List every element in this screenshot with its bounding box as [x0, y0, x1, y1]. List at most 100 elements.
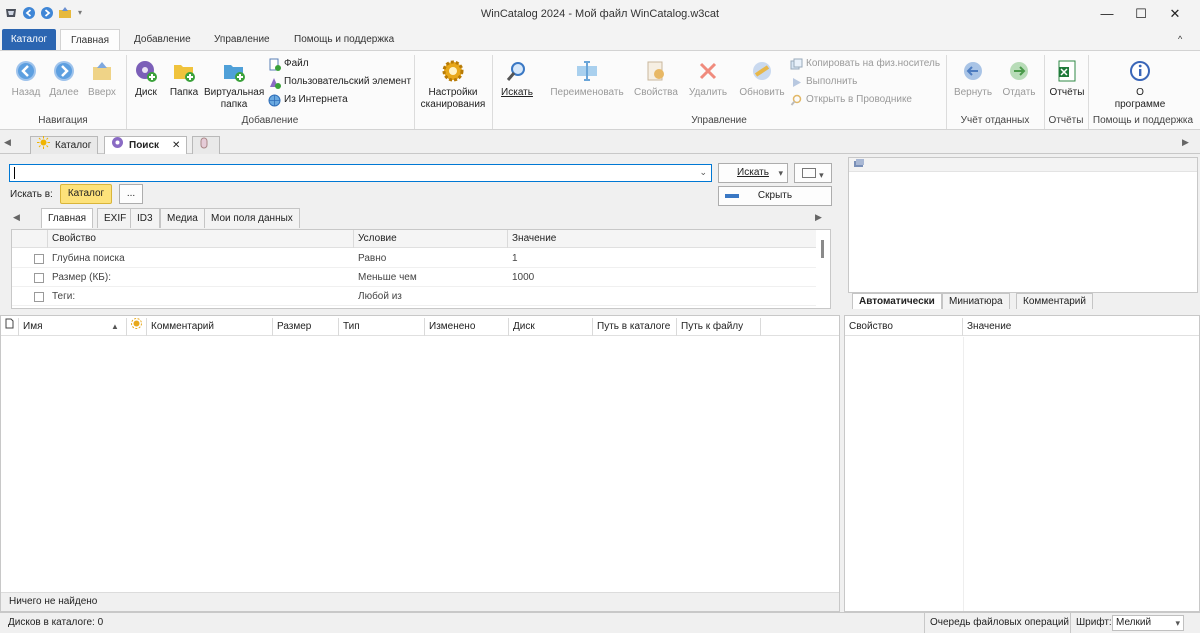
tab-catalog[interactable]: Каталог	[2, 29, 56, 50]
view-dropdown-icon: ▾	[819, 170, 824, 180]
scan-settings-button[interactable]: Настройки сканирования	[418, 59, 488, 111]
preview-tab-comment[interactable]: Комментарий	[1016, 293, 1093, 309]
hide-button[interactable]: Скрыть	[718, 186, 832, 206]
criteria-tab-custom-fields[interactable]: Мои поля данных	[204, 208, 300, 228]
properties-header-property[interactable]: Свойство	[845, 318, 963, 336]
properties-button[interactable]: Свойства	[632, 59, 680, 99]
criteria-condition[interactable]: Меньше чем	[358, 269, 417, 287]
up-button[interactable]: Вверх	[84, 59, 120, 99]
properties-header-value[interactable]: Значение	[963, 318, 1199, 336]
doc-tab-catalog[interactable]: Каталог	[30, 136, 99, 154]
close-tab-icon[interactable]: ✕	[172, 137, 180, 154]
rename-button[interactable]: Переименовать	[548, 59, 626, 99]
add-from-internet-button[interactable]: Из Интернета	[268, 91, 348, 109]
column-header-file-path[interactable]: Путь к файлу	[677, 318, 761, 336]
criteria-tab-exif[interactable]: EXIF	[97, 208, 134, 228]
column-header-status[interactable]	[127, 318, 147, 336]
tab-add[interactable]: Добавление	[124, 29, 201, 50]
ribbon-separator	[414, 55, 415, 129]
preview-tab-bar: Автоматически Миниатюра Комментарий	[850, 293, 1198, 309]
doc-tab-search[interactable]: Поиск ✕	[104, 136, 188, 154]
criteria-value[interactable]: 1	[512, 250, 518, 268]
delete-button[interactable]: Удалить	[686, 59, 730, 99]
criteria-scroll-right-icon[interactable]: ▶	[815, 212, 822, 223]
folder-up-icon	[90, 59, 114, 83]
column-header-disk[interactable]: Диск	[509, 318, 593, 336]
add-file-button[interactable]: Файл	[268, 55, 309, 73]
column-header-type[interactable]: Тип	[339, 318, 425, 336]
about-button[interactable]: О программе	[1100, 59, 1180, 111]
copy-to-media-button[interactable]: Копировать на физ.носитель	[790, 55, 940, 73]
chevron-down-icon[interactable]: ⌄	[699, 167, 707, 178]
tab-help[interactable]: Помощь и поддержка	[284, 29, 404, 50]
search-panel: ⌄ Искать ▾ ▾ Скрыть Искать в: Каталог ..…	[0, 155, 840, 310]
lend-button[interactable]: Отдать	[998, 59, 1040, 99]
column-header-catalog-path[interactable]: Путь в каталоге	[593, 318, 677, 336]
criteria-header-property[interactable]: Свойство	[48, 230, 354, 248]
tabs-scroll-right-icon[interactable]: ▶	[1182, 137, 1189, 148]
execute-icon	[790, 76, 803, 89]
criteria-checkbox[interactable]	[34, 254, 44, 264]
file-type-header-icon[interactable]	[1, 318, 19, 336]
criteria-tab-main[interactable]: Главная	[41, 208, 94, 228]
add-folder-button[interactable]: Папка	[166, 59, 202, 99]
tabs-scroll-left-icon[interactable]: ◀	[4, 137, 11, 148]
column-header-comment[interactable]: Комментарий	[147, 318, 273, 336]
criteria-row[interactable]: Размер (КБ): Меньше чем 1000	[12, 269, 816, 287]
preview-tab-auto[interactable]: Автоматически	[852, 293, 942, 309]
browse-scope-button[interactable]: ...	[119, 184, 143, 204]
about-label-2: программе	[1114, 99, 1166, 110]
view-options-button[interactable]: ▾	[794, 163, 832, 183]
preview-tab-thumbnail[interactable]: Миниатюра	[942, 293, 1010, 309]
return-button[interactable]: Вернуть	[950, 59, 996, 99]
search-query-input[interactable]: ⌄	[9, 164, 712, 182]
close-button[interactable]: ✕	[1152, 0, 1198, 28]
file-operations-queue[interactable]: Очередь файловых операций	[930, 613, 1069, 633]
back-button[interactable]: Назад	[8, 59, 44, 99]
criteria-row[interactable]: Глубина поиска Равно 1	[12, 250, 816, 268]
criteria-scroll-left-icon[interactable]: ◀	[13, 212, 20, 223]
search-split-button[interactable]: Искать ▾	[718, 163, 788, 183]
criteria-condition[interactable]: Равно	[358, 250, 386, 268]
execute-button[interactable]: Выполнить	[790, 73, 857, 91]
folder-add-icon	[172, 59, 196, 83]
column-header-size[interactable]: Размер	[273, 318, 339, 336]
new-tab-icon	[199, 137, 209, 155]
criteria-condition[interactable]: Любой из	[358, 288, 402, 306]
add-virtual-folder-button[interactable]: Виртуальная папка	[204, 59, 264, 111]
criteria-scrollbar[interactable]	[818, 234, 826, 304]
criteria-checkbox[interactable]	[34, 273, 44, 283]
add-folder-label: Папка	[169, 87, 199, 98]
search-dropdown-icon[interactable]: ▾	[778, 164, 783, 182]
criteria-row[interactable]: Теги: Любой из	[12, 288, 816, 306]
column-header-name[interactable]: Имя ▲	[19, 318, 127, 336]
new-tab-button[interactable]	[192, 136, 220, 154]
properties-header: Свойство Значение	[845, 318, 1199, 336]
criteria-tab-id3[interactable]: ID3	[130, 208, 160, 228]
add-custom-item-button[interactable]: Пользовательский элемент	[268, 73, 411, 91]
refresh-button[interactable]: Обновить	[738, 59, 786, 99]
magnifier-icon	[505, 59, 529, 83]
back-label: Назад	[11, 87, 41, 98]
criteria-scrollbar-thumb[interactable]	[820, 240, 824, 258]
criteria-value[interactable]: 1000	[512, 269, 534, 287]
group-loans-label: Учёт отданных	[960, 115, 1030, 126]
criteria-tab-media[interactable]: Медиа	[160, 208, 205, 228]
criteria-header-condition[interactable]: Условие	[354, 230, 508, 248]
criteria-header-value[interactable]: Значение	[508, 230, 816, 248]
search-button[interactable]: Искать	[498, 59, 536, 99]
forward-button[interactable]: Далее	[46, 59, 82, 99]
column-header-modified[interactable]: Изменено	[425, 318, 509, 336]
criteria-checkbox[interactable]	[34, 292, 44, 302]
open-in-explorer-button[interactable]: Открыть в Проводнике	[790, 91, 912, 109]
tab-home[interactable]: Главная	[60, 29, 120, 51]
ribbon-collapse-icon[interactable]: ^	[1178, 29, 1182, 50]
lend-label: Отдать	[1002, 87, 1036, 98]
ribbon: Назад Далее Вверх Навигация Диск Папка В…	[0, 50, 1200, 130]
tab-manage[interactable]: Управление	[204, 29, 280, 50]
font-size-select[interactable]: Мелкий ▾	[1112, 615, 1184, 631]
reports-button[interactable]: Отчёты	[1046, 59, 1088, 99]
window-title: WinCatalog 2024 - Мой файл WinCatalog.w3…	[480, 8, 720, 20]
add-disk-button[interactable]: Диск	[130, 59, 162, 99]
search-in-scope-button[interactable]: Каталог	[60, 184, 112, 204]
